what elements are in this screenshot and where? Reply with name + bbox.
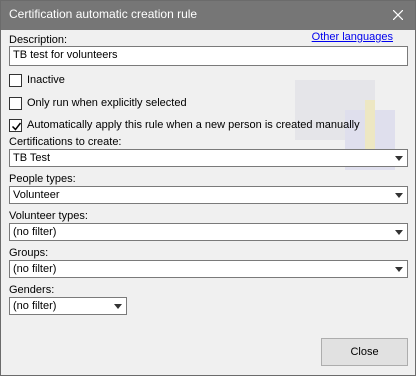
title-bar[interactable]: Certification automatic creation rule <box>1 1 415 30</box>
other-languages-link[interactable]: Other languages <box>312 31 393 43</box>
checkbox-box <box>9 73 22 87</box>
people-types-label: People types: <box>9 173 76 185</box>
genders-label: Genders: <box>9 284 55 296</box>
auto-apply-checkbox[interactable]: Automatically apply this rule when a new… <box>9 117 360 133</box>
volunteer-types-label: Volunteer types: <box>9 210 88 222</box>
certifications-select[interactable]: TB Test <box>9 149 408 167</box>
dialog-window: Certification automatic creation rule Ot… <box>0 0 416 376</box>
select-value: (no filter) <box>13 226 57 238</box>
checkbox-label: Only run when explicitly selected <box>27 97 187 109</box>
only-run-explicit-checkbox[interactable]: Only run when explicitly selected <box>9 95 187 111</box>
groups-label: Groups: <box>9 247 49 259</box>
chevron-down-icon <box>395 193 403 198</box>
people-types-select[interactable]: Volunteer <box>9 186 408 204</box>
inactive-checkbox[interactable]: Inactive <box>9 72 65 88</box>
chevron-down-icon <box>395 156 403 161</box>
chevron-down-icon <box>114 304 122 309</box>
chevron-down-icon <box>395 230 403 235</box>
description-input[interactable]: TB test for volunteers <box>9 46 408 66</box>
select-value: TB Test <box>13 152 51 164</box>
dialog-body: Other languages Description: TB test for… <box>1 30 415 375</box>
certifications-label: Certifications to create: <box>9 136 122 148</box>
checkmark-icon <box>11 122 22 131</box>
window-title: Certification automatic creation rule <box>9 7 198 21</box>
volunteer-types-select[interactable]: (no filter) <box>9 223 408 241</box>
close-window-button[interactable] <box>381 1 415 30</box>
checkbox-label: Automatically apply this rule when a new… <box>27 119 360 131</box>
select-value: Volunteer <box>13 189 60 201</box>
groups-select[interactable]: (no filter) <box>9 260 408 278</box>
select-value: (no filter) <box>13 263 57 275</box>
checkbox-box <box>9 96 22 110</box>
close-icon <box>393 10 403 20</box>
close-button[interactable]: Close <box>321 338 408 366</box>
description-label: Description: <box>9 34 68 46</box>
checkbox-label: Inactive <box>27 74 65 86</box>
chevron-down-icon <box>395 267 403 272</box>
genders-select[interactable]: (no filter) <box>9 297 127 315</box>
select-value: (no filter) <box>13 300 57 312</box>
checkbox-box <box>9 118 22 132</box>
